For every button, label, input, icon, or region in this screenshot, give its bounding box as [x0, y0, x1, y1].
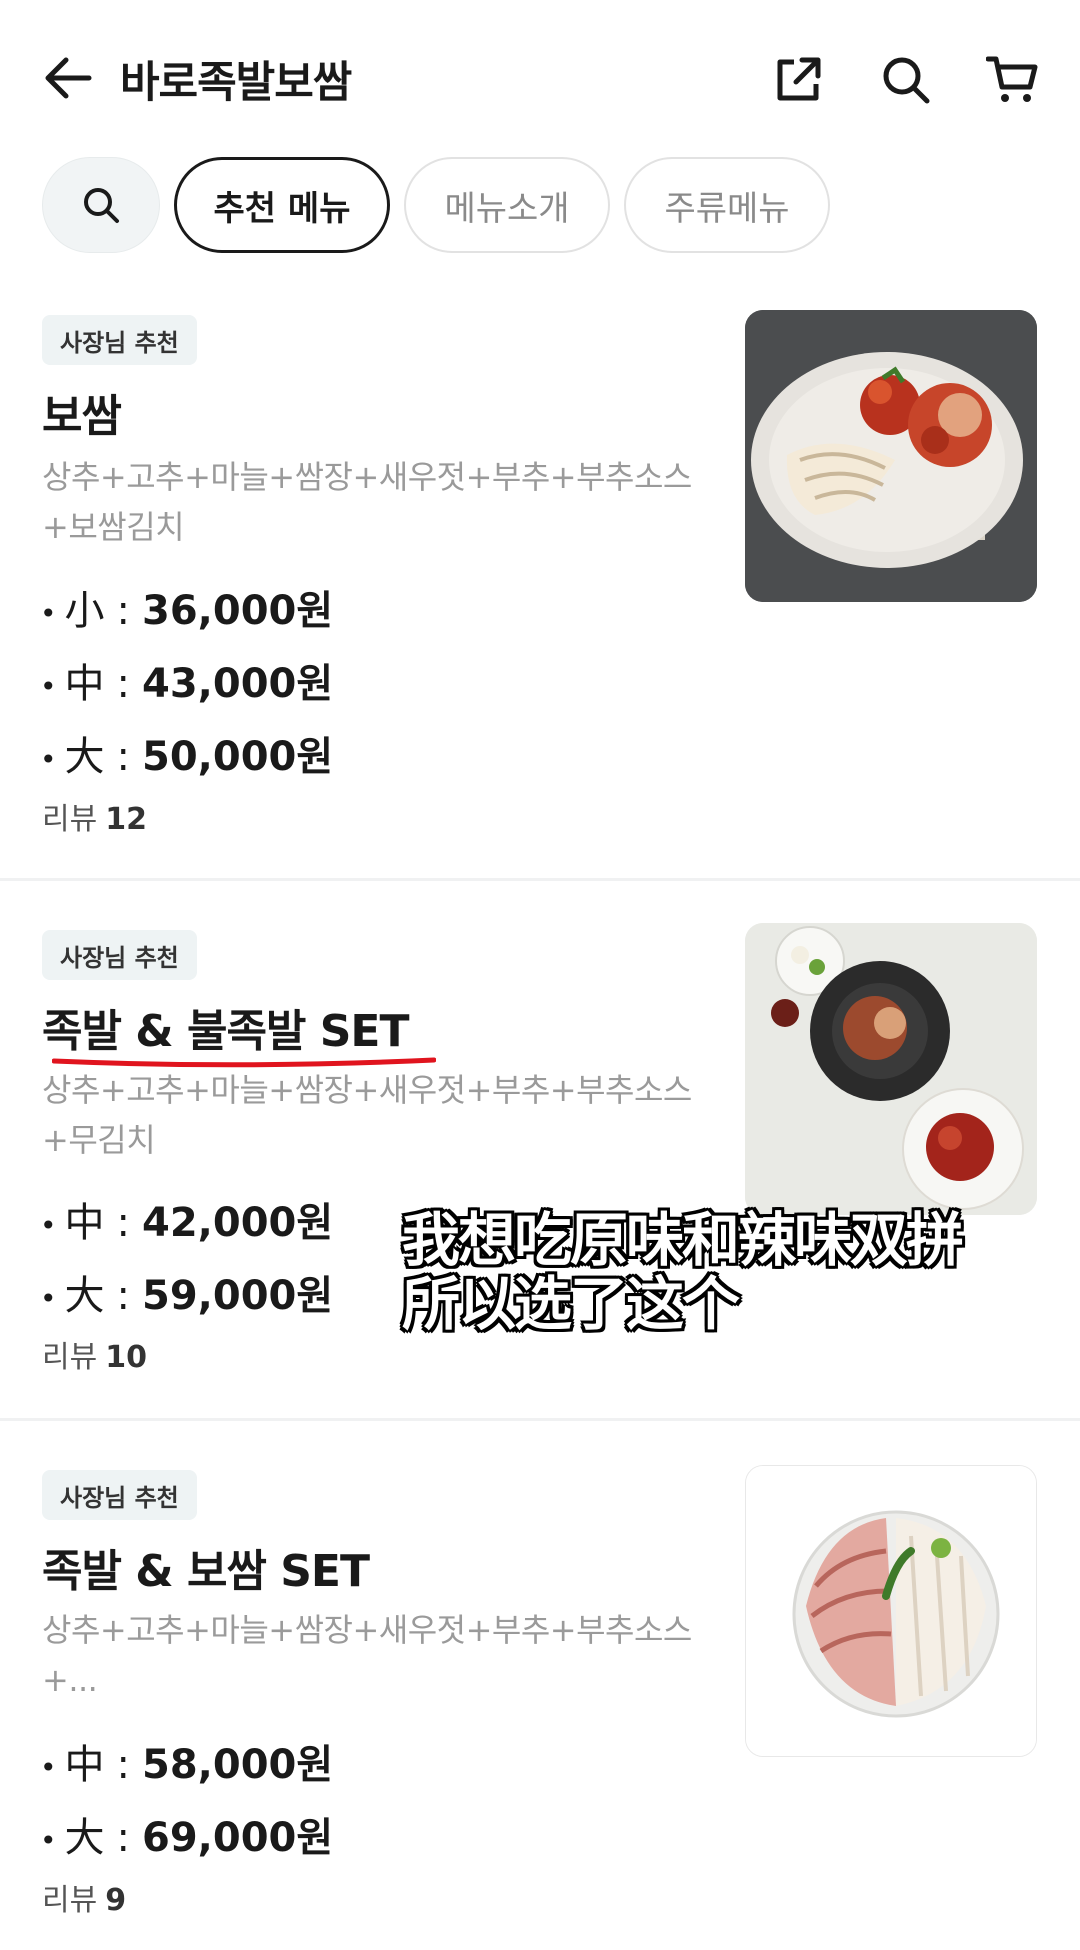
- menu-photo[interactable]: [745, 310, 1037, 602]
- menu-photo[interactable]: [745, 923, 1037, 1215]
- menu-name: 보쌈: [42, 391, 122, 442]
- menu-description: 상추+고추+마늘+쌈장+새우젓+부추+부추소스 +무김치: [42, 1071, 692, 1159]
- category-tabs: 추천 메뉴 메뉴소개 주류메뉴: [42, 157, 830, 255]
- review-count: 리뷰 9: [42, 1883, 127, 1918]
- owner-pick-badge: 사장님 추천: [42, 315, 197, 365]
- menu-name: 족발 & 불족발 SET: [42, 1006, 409, 1057]
- price-medium: • 中:42,000원: [40, 1200, 334, 1246]
- tab-search-button[interactable]: [42, 157, 160, 253]
- search-icon: [84, 188, 119, 223]
- owner-pick-badge: 사장님 추천: [42, 1470, 197, 1520]
- tab-drinks[interactable]: 주류메뉴: [624, 157, 830, 253]
- price-medium: • 中:43,000원: [40, 661, 334, 707]
- price-small: • 小:36,000원: [40, 588, 334, 634]
- cart-icon[interactable]: [982, 50, 1042, 110]
- store-title: 바로족발보쌈: [120, 58, 352, 108]
- menu-item-bossam[interactable]: 사장님 추천 보쌈 상추+고추+마늘+쌈장+새우젓+부추+부추소스 +보쌈김치 …: [0, 300, 1080, 880]
- review-count: 리뷰 10: [42, 1340, 147, 1375]
- menu-item-jokbal-bossam-set[interactable]: 사장님 추천 족발 & 보쌈 SET 상추+고추+마늘+쌈장+새우젓+부추+부추…: [0, 1420, 1080, 1950]
- menu-item-jokbal-fire-set[interactable]: 사장님 추천 족발 & 불족발 SET 상추+고추+마늘+쌈장+새우젓+부추+부…: [0, 880, 1080, 1420]
- price-large: • 大:59,000원: [40, 1273, 334, 1319]
- menu-description: 상추+고추+마늘+쌈장+새우젓+부추+부추소스 +...: [42, 1611, 692, 1699]
- owner-pick-badge: 사장님 추천: [42, 930, 197, 980]
- tab-recommended[interactable]: 추천 메뉴: [174, 157, 390, 253]
- menu-name: 족발 & 보쌈 SET: [42, 1546, 370, 1597]
- video-subtitle: 我想吃原味和辣味双拼 所以选了这个: [402, 1206, 964, 1338]
- share-icon[interactable]: [768, 50, 828, 110]
- back-arrow-icon[interactable]: [40, 50, 96, 106]
- price-medium: • 中:58,000원: [40, 1742, 334, 1788]
- red-underline: [52, 1057, 436, 1068]
- menu-page: 바로족발보쌈 추천 메뉴 메뉴소개 주류메뉴 사장님 추천 보쌈 상추+고추+마…: [0, 0, 1080, 1950]
- search-icon[interactable]: [876, 50, 936, 110]
- tab-menu-intro[interactable]: 메뉴소개: [404, 157, 610, 253]
- price-large: • 大:50,000원: [40, 734, 334, 780]
- menu-description: 상추+고추+마늘+쌈장+새우젓+부추+부추소스 +보쌈김치: [42, 458, 692, 546]
- top-bar: 바로족발보쌈: [0, 0, 1080, 150]
- menu-photo[interactable]: [745, 1465, 1037, 1757]
- price-large: • 大:69,000원: [40, 1815, 334, 1861]
- review-count: 리뷰 12: [42, 802, 147, 837]
